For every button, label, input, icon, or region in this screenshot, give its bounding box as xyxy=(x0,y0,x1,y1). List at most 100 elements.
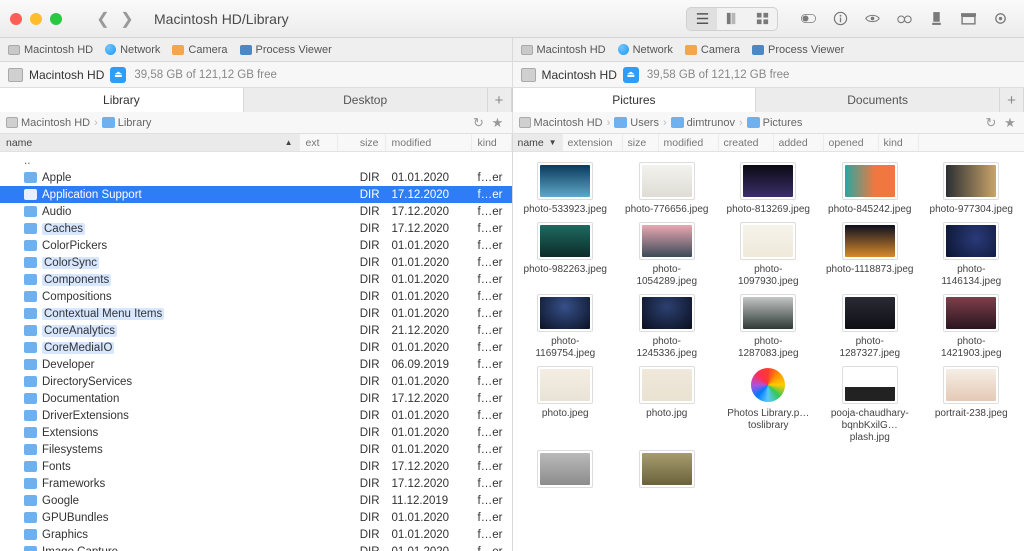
list-row[interactable]: CompositionsDIR01.01.2020f…er xyxy=(0,288,512,305)
col-created[interactable]: created xyxy=(719,134,774,151)
bookmark-network[interactable]: Network xyxy=(105,44,160,56)
bookmark-macintosh-hd[interactable]: Macintosh HD xyxy=(521,44,606,56)
archive-icon[interactable] xyxy=(957,8,979,30)
eject-icon[interactable]: ⏏ xyxy=(623,67,639,83)
grid-item[interactable] xyxy=(517,450,615,492)
grid-item[interactable]: photo-776656.jpeg xyxy=(618,162,716,216)
grid-item[interactable]: portrait-238.jpeg xyxy=(923,366,1021,444)
list-row[interactable]: CachesDIR17.12.2020f…er xyxy=(0,220,512,237)
col-kind[interactable]: kind xyxy=(472,134,512,151)
list-row[interactable]: CoreAnalyticsDIR21.12.2020f…er xyxy=(0,322,512,339)
col-mod[interactable]: modified xyxy=(386,134,472,151)
grid-item[interactable]: photo-1421903.jpeg xyxy=(923,294,1021,360)
airdrop-icon[interactable] xyxy=(925,8,947,30)
view-columns-icon[interactable] xyxy=(717,8,747,30)
list-row[interactable]: DocumentationDIR17.12.2020f…er xyxy=(0,390,512,407)
grid-item[interactable]: photo-1287327.jpeg xyxy=(821,294,919,360)
breadcrumb-item[interactable]: Pictures xyxy=(747,117,803,129)
grid-item[interactable]: photo-1169754.jpeg xyxy=(517,294,615,360)
list-row[interactable]: DriverExtensionsDIR01.01.2020f…er xyxy=(0,407,512,424)
list-row[interactable]: AudioDIR17.12.2020f…er xyxy=(0,203,512,220)
bookmark-process-viewer[interactable]: Process Viewer xyxy=(240,44,332,56)
eject-icon[interactable]: ⏏ xyxy=(110,67,126,83)
view-mode-segment[interactable] xyxy=(686,7,778,31)
list-row[interactable]: Application SupportDIR17.12.2020f…er xyxy=(0,186,512,203)
grid-item[interactable]: photo-977304.jpeg xyxy=(923,162,1021,216)
grid-item[interactable]: photo-1054289.jpeg xyxy=(618,222,716,288)
breadcrumb-item[interactable]: Macintosh HD xyxy=(519,117,603,129)
col-size[interactable]: size xyxy=(338,134,386,151)
list-row[interactable]: .. xyxy=(0,152,512,169)
list-row[interactable]: FrameworksDIR17.12.2020f…er xyxy=(0,475,512,492)
bookmark-macintosh-hd[interactable]: Macintosh HD xyxy=(8,44,93,56)
breadcrumb-item[interactable]: Macintosh HD xyxy=(6,117,90,129)
tab-desktop[interactable]: Desktop xyxy=(244,88,488,112)
list-row[interactable]: ColorPickersDIR01.01.2020f…er xyxy=(0,237,512,254)
tab-documents[interactable]: Documents xyxy=(756,88,1000,112)
info-icon[interactable] xyxy=(829,8,851,30)
col-size[interactable]: size xyxy=(623,134,659,151)
breadcrumb-item[interactable]: Users xyxy=(614,117,659,129)
refresh-icon[interactable]: ↻ xyxy=(471,115,487,131)
tab-add[interactable]: + xyxy=(1000,88,1024,112)
grid-item[interactable]: photo-1097930.jpeg xyxy=(720,222,818,288)
nav-forward-icon[interactable]: ❯ xyxy=(120,12,134,26)
binoculars-icon[interactable] xyxy=(893,8,915,30)
col-added[interactable]: added xyxy=(774,134,824,151)
list-row[interactable]: AppleDIR01.01.2020f…er xyxy=(0,169,512,186)
close-button[interactable] xyxy=(10,13,22,25)
list-row[interactable]: GoogleDIR11.12.2019f…er xyxy=(0,492,512,509)
breadcrumb-item[interactable]: Library xyxy=(102,117,152,129)
list-row[interactable]: CoreMediaIODIR01.01.2020f…er xyxy=(0,339,512,356)
list-body[interactable]: ..AppleDIR01.01.2020f…erApplication Supp… xyxy=(0,152,512,551)
grid-item[interactable]: photo-533923.jpeg xyxy=(517,162,615,216)
breadcrumb-item[interactable]: dimtrunov xyxy=(671,117,735,129)
bookmark-network[interactable]: Network xyxy=(618,44,673,56)
tab-add[interactable]: + xyxy=(488,88,512,112)
quicklook-icon[interactable] xyxy=(861,8,883,30)
col-name[interactable]: name▲ xyxy=(0,134,300,151)
tab-library[interactable]: Library xyxy=(0,88,244,112)
bookmark-process-viewer[interactable]: Process Viewer xyxy=(752,44,844,56)
refresh-icon[interactable]: ↻ xyxy=(983,115,999,131)
favorite-icon[interactable]: ★ xyxy=(490,115,506,131)
grid-item[interactable]: photo-1245336.jpeg xyxy=(618,294,716,360)
bookmark-camera[interactable]: Camera xyxy=(172,44,227,56)
device-name[interactable]: Macintosh HD xyxy=(29,68,104,82)
view-grid-icon[interactable] xyxy=(747,8,777,30)
settings-icon[interactable] xyxy=(989,8,1011,30)
col-ext[interactable]: ext xyxy=(300,134,338,151)
list-row[interactable]: ExtensionsDIR01.01.2020f…er xyxy=(0,424,512,441)
grid-item[interactable] xyxy=(618,450,716,492)
list-row[interactable]: DirectoryServicesDIR01.01.2020f…er xyxy=(0,373,512,390)
nav-back-icon[interactable]: ❮ xyxy=(96,12,110,26)
col-mod[interactable]: modified xyxy=(659,134,719,151)
list-row[interactable]: FilesystemsDIR01.01.2020f…er xyxy=(0,441,512,458)
device-name[interactable]: Macintosh HD xyxy=(542,68,617,82)
list-row[interactable]: GPUBundlesDIR01.01.2020f…er xyxy=(0,509,512,526)
minimize-button[interactable] xyxy=(30,13,42,25)
toggle-switch-icon[interactable] xyxy=(797,8,819,30)
grid-item[interactable]: photo-982263.jpeg xyxy=(517,222,615,288)
view-list-icon[interactable] xyxy=(687,8,717,30)
grid-item[interactable]: pooja-chaudhary-bqnbKxilG…plash.jpg xyxy=(821,366,919,444)
list-row[interactable]: DeveloperDIR06.09.2019f…er xyxy=(0,356,512,373)
col-name[interactable]: name▼ xyxy=(513,134,563,151)
grid-item[interactable]: photo-1287083.jpeg xyxy=(720,294,818,360)
bookmark-camera[interactable]: Camera xyxy=(685,44,740,56)
tab-pictures[interactable]: Pictures xyxy=(513,88,757,112)
col-kind[interactable]: kind xyxy=(879,134,919,151)
list-row[interactable]: GraphicsDIR01.01.2020f…er xyxy=(0,526,512,543)
list-row[interactable]: Image CaptureDIR01.01.2020f…er xyxy=(0,543,512,551)
grid-item[interactable]: photo-813269.jpeg xyxy=(720,162,818,216)
icon-grid-body[interactable]: photo-533923.jpegphoto-776656.jpegphoto-… xyxy=(513,152,1024,551)
list-row[interactable]: ComponentsDIR01.01.2020f…er xyxy=(0,271,512,288)
grid-item[interactable]: photo-1118873.jpeg xyxy=(821,222,919,288)
grid-item[interactable]: photo.jpeg xyxy=(517,366,615,444)
list-row[interactable]: Contextual Menu ItemsDIR01.01.2020f…er xyxy=(0,305,512,322)
col-opened[interactable]: opened xyxy=(824,134,879,151)
list-row[interactable]: ColorSyncDIR01.01.2020f…er xyxy=(0,254,512,271)
grid-item[interactable]: photo-1146134.jpeg xyxy=(923,222,1021,288)
grid-item[interactable]: photo.jpg xyxy=(618,366,716,444)
favorite-icon[interactable]: ★ xyxy=(1002,115,1018,131)
